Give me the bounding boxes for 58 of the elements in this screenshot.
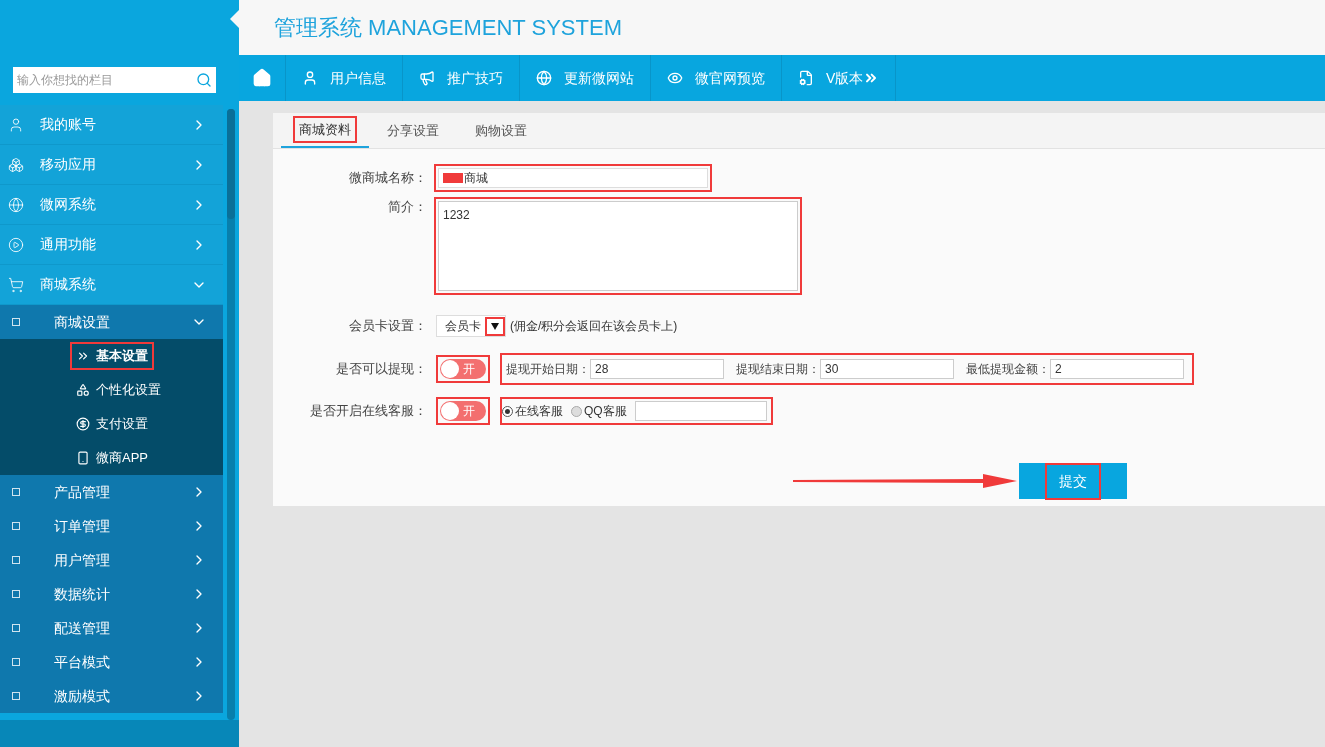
sidebar-item[interactable]: 移动应用	[0, 145, 223, 185]
field-label: 是否可以提现：	[335, 360, 428, 379]
tab[interactable]: 分享设置	[369, 113, 457, 148]
scrollbar[interactable]	[227, 109, 235, 720]
radio-label[interactable]: 在线客服	[515, 402, 563, 420]
field-label: 提现结束日期：	[736, 361, 820, 378]
name-field[interactable]: 商城	[438, 168, 708, 188]
text-field[interactable]: 30	[820, 359, 954, 379]
tab[interactable]: 购物设置	[457, 113, 545, 148]
menu-icon	[8, 116, 24, 133]
sidebar-item[interactable]: 微网系统	[0, 185, 223, 225]
sidebar-item[interactable]: 通用功能	[0, 225, 223, 265]
nav-item[interactable]: 用户信息	[286, 55, 403, 101]
nav-item[interactable]: 更新微网站	[520, 55, 651, 101]
sidebar-item[interactable]: 我的账号	[0, 105, 223, 145]
intro-textarea[interactable]: 1232	[438, 201, 798, 291]
submenu-item[interactable]: 个性化设置	[70, 376, 167, 404]
hint-text: (佣金/积分会返回在该会员卡上)	[510, 318, 678, 335]
menu-icon	[76, 417, 90, 431]
radio-dot[interactable]	[502, 405, 513, 417]
menu-icon	[8, 236, 24, 253]
submenu-item[interactable]: 支付设置	[70, 410, 154, 438]
field-label: 会员卡设置：	[348, 317, 428, 336]
text-field[interactable]: 28	[590, 359, 724, 379]
field-label: 微商城名称：	[348, 169, 428, 188]
menu-icon	[8, 196, 24, 213]
field-label: 是否开启在线客服：	[309, 402, 428, 421]
field-label: 简介：	[387, 198, 428, 216]
menu-icon	[76, 383, 90, 397]
menu-icon	[8, 156, 24, 173]
toggle-switch[interactable]: 开	[440, 401, 486, 421]
submenu-item[interactable]: 微商APP	[70, 444, 154, 472]
dropdown-arrow-icon	[491, 322, 499, 330]
search-field[interactable]: 输入你想找的栏目	[13, 67, 216, 93]
nav-item[interactable]: 微官网预览	[651, 55, 782, 101]
sidebar-item[interactable]: 商城系统	[0, 265, 223, 305]
nav-icon	[667, 70, 683, 86]
text-field[interactable]	[634, 401, 767, 421]
home-icon	[252, 68, 272, 88]
menu-icon	[76, 451, 90, 465]
toggle-switch[interactable]: 开	[440, 359, 486, 379]
text-field[interactable]: 2	[1050, 359, 1184, 379]
nav-icon	[419, 70, 435, 86]
field-label: 提现开始日期：	[506, 361, 590, 378]
field-label: 最低提现金额：	[966, 361, 1050, 378]
nav-icon	[302, 70, 318, 86]
menu-icon	[8, 276, 24, 293]
search-icon	[196, 72, 212, 88]
nav-item[interactable]: 推广技巧	[403, 55, 520, 101]
member-card-select[interactable]: 会员卡	[436, 315, 506, 337]
app-title: 管理系统 MANAGEMENT SYSTEM	[274, 14, 622, 42]
radio-label[interactable]: QQ客服	[584, 402, 627, 420]
submenu-item[interactable]: 基本设置	[70, 342, 154, 370]
nav-icon	[798, 70, 814, 86]
nav-item[interactable]: V版本	[782, 55, 897, 101]
double-chevron-icon	[76, 349, 90, 363]
submit-button[interactable]: 提交	[1019, 463, 1127, 499]
nav-icon	[536, 70, 552, 86]
